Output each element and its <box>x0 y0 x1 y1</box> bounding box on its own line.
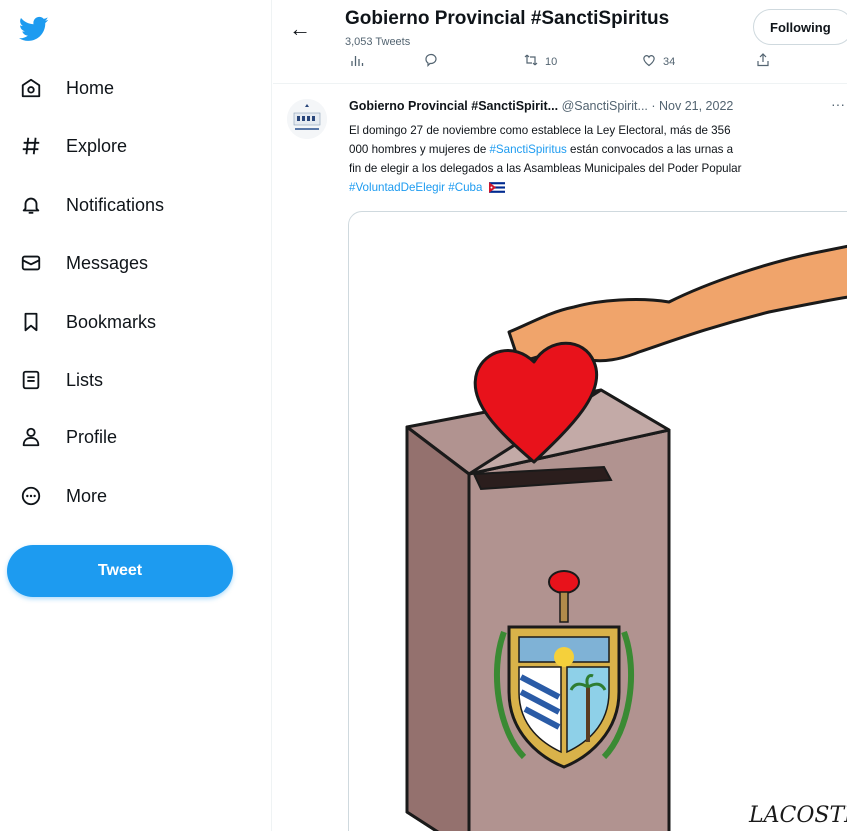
heart-icon <box>641 52 657 71</box>
home-icon <box>18 75 44 101</box>
tweet[interactable]: Gobierno Provincial #SanctiSpirit... @Sa… <box>273 85 847 831</box>
person-icon <box>18 424 44 450</box>
avatar[interactable] <box>287 99 327 139</box>
sidebar-item-messages[interactable]: Messages <box>18 243 148 283</box>
tweet-text-segment: 000 hombres y mujeres de <box>349 143 490 156</box>
tweet-text-line: #VoluntadDeElegir #Cuba <box>349 178 847 199</box>
more-options-icon[interactable]: ··· <box>831 96 845 112</box>
sidebar: Home Explore Notifications Messages Book… <box>0 0 272 831</box>
tweet-count: 3,053 Tweets <box>345 36 411 48</box>
author-name[interactable]: Gobierno Provincial #SanctiSpirit... <box>349 99 558 113</box>
cartoon-illustration: LACOSTE. <box>405 244 847 831</box>
cuba-flag-icon <box>488 180 505 199</box>
sidebar-item-label: Lists <box>66 369 104 390</box>
bell-icon <box>18 192 44 218</box>
sidebar-item-more[interactable]: More <box>18 476 107 516</box>
like-button[interactable]: 34 <box>641 52 675 71</box>
sidebar-item-label: Home <box>66 77 115 98</box>
analytics-button[interactable] <box>349 52 365 71</box>
envelope-icon <box>18 250 44 276</box>
hashtag-link[interactable]: #SanctiSpiritus <box>489 143 566 156</box>
retweet-count: 10 <box>545 55 558 68</box>
sidebar-item-label: Bookmarks <box>66 311 157 332</box>
retweet-icon <box>523 52 539 71</box>
page-title: Gobierno Provincial #SanctiSpiritus <box>345 8 670 29</box>
sidebar-item-label: Explore <box>66 135 128 156</box>
tweet-image[interactable]: LACOSTE. <box>348 211 847 831</box>
tweet-text: El domingo 27 de noviembre como establec… <box>349 121 847 199</box>
author-handle[interactable]: @SanctiSpirit... <box>562 99 648 113</box>
sidebar-item-bookmarks[interactable]: Bookmarks <box>18 302 156 342</box>
tweet-text-segment: están convocados a las urnas a <box>566 143 734 156</box>
tweet-button[interactable]: Tweet <box>7 545 233 597</box>
retweet-button[interactable]: 10 <box>523 52 557 71</box>
sidebar-item-label: More <box>66 485 108 506</box>
like-count: 34 <box>663 55 676 68</box>
back-arrow-icon[interactable]: ← <box>289 16 311 42</box>
sidebar-item-profile[interactable]: Profile <box>18 417 117 457</box>
sidebar-item-label: Notifications <box>66 194 165 215</box>
reply-button[interactable] <box>423 52 445 71</box>
share-icon <box>755 52 771 71</box>
sidebar-item-lists[interactable]: Lists <box>18 360 103 400</box>
following-button[interactable]: Following <box>753 9 847 45</box>
sidebar-item-label: Profile <box>66 426 118 447</box>
tweet-date[interactable]: · Nov 21, 2022 <box>651 99 733 113</box>
more-circle-icon <box>18 483 44 509</box>
twitter-logo-icon[interactable] <box>18 14 50 44</box>
analytics-icon <box>349 52 365 71</box>
share-button[interactable] <box>755 52 771 71</box>
reply-icon <box>423 52 439 71</box>
list-icon <box>18 367 44 393</box>
tweet-text-line: 000 hombres y mujeres de #SanctiSpiritus… <box>349 140 847 159</box>
sidebar-item-label: Messages <box>66 252 149 273</box>
sidebar-item-notifications[interactable]: Notifications <box>18 185 164 225</box>
cartoonist-signature: LACOSTE. <box>748 803 847 828</box>
hashtag-link[interactable]: #VoluntadDeElegir #Cuba <box>349 181 482 194</box>
hashtag-icon <box>18 133 44 159</box>
tweet-actions: 10 34 <box>349 52 769 72</box>
tweet-header: Gobierno Provincial #SanctiSpirit... @Sa… <box>349 99 847 113</box>
tweet-text-line: El domingo 27 de noviembre como establec… <box>349 124 731 137</box>
profile-header: ← Gobierno Provincial #SanctiSpiritus 3,… <box>273 0 847 84</box>
bookmark-icon <box>18 309 44 335</box>
sidebar-item-home[interactable]: Home <box>18 68 114 108</box>
tweet-text-line: fin de elegir a los delegados a las Asam… <box>349 162 742 175</box>
sidebar-item-explore[interactable]: Explore <box>18 126 127 166</box>
